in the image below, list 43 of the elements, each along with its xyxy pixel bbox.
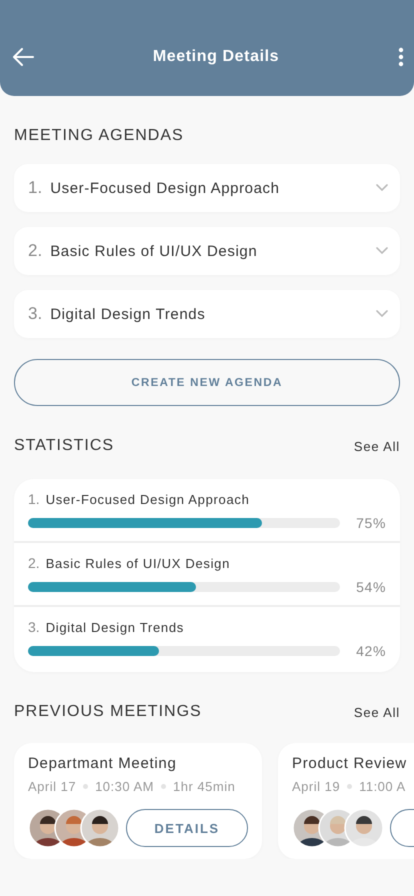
separator-dot [347, 784, 352, 789]
agenda-item[interactable]: 3. Digital Design Trends [14, 290, 400, 338]
item-number: 2. [28, 555, 40, 571]
meeting-title: Product Review [292, 755, 408, 773]
create-agenda-button[interactable]: CREATE NEW AGENDA [14, 359, 400, 406]
meeting-time: 10:30 AM [95, 779, 154, 794]
separator-dot [83, 784, 88, 789]
percentage-reading: 42% [355, 643, 386, 659]
meeting-card[interactable]: Departmant Meeting April 17 10:30 AM 1hr 45min DETAILS [14, 743, 262, 859]
section-heading: STATISTICS [14, 437, 114, 455]
meeting-date: April 19 [292, 779, 340, 794]
agenda-item[interactable]: 1. User-Focused Design Approach [14, 164, 400, 212]
see-all-link[interactable]: See All [354, 704, 400, 720]
item-number: 3. [28, 619, 40, 635]
statistic-title: User-Focused Design Approach [46, 492, 250, 507]
chevron-down-icon [376, 184, 388, 192]
item-number: 1. [28, 178, 42, 198]
percentage-reading: 54% [355, 579, 386, 595]
chevron-down-icon [376, 247, 388, 255]
agenda-title: User-Focused Design Approach [50, 180, 281, 196]
details-button[interactable]: DETAILS [126, 809, 248, 847]
item-number: 3. [28, 304, 42, 324]
more-icon [398, 47, 404, 67]
meeting-card[interactable]: Product Review April 19 11:00 A [278, 743, 414, 859]
agenda-item[interactable]: 2. Basic Rules of UI/UX Design [14, 227, 400, 275]
separator-dot [161, 784, 166, 789]
item-number: 1. [28, 491, 40, 507]
screen-title: Meeting Details [152, 47, 280, 67]
section-heading: MEETING AGENDAS [14, 127, 184, 145]
meeting-time: 11:00 A [359, 779, 406, 794]
item-number: 2. [28, 241, 42, 261]
meeting-title: Departmant Meeting [28, 755, 178, 773]
agenda-title: Basic Rules of UI/UX Design [50, 242, 258, 260]
chevron-down-icon [376, 310, 388, 318]
statistic-title: Basic Rules of UI/UX Design [46, 556, 230, 571]
see-all-link[interactable]: See All [354, 438, 400, 454]
meeting-date: April 17 [28, 779, 76, 794]
statistic-title: Digital Design Trends [46, 620, 184, 635]
section-heading: PREVIOUS MEETINGS [14, 703, 202, 721]
percentage-reading: 75% [355, 515, 386, 531]
meeting-duration: 1hr 45min [173, 779, 236, 794]
agenda-title: Digital Design Trends [50, 306, 206, 322]
back-arrow-icon [12, 48, 34, 66]
